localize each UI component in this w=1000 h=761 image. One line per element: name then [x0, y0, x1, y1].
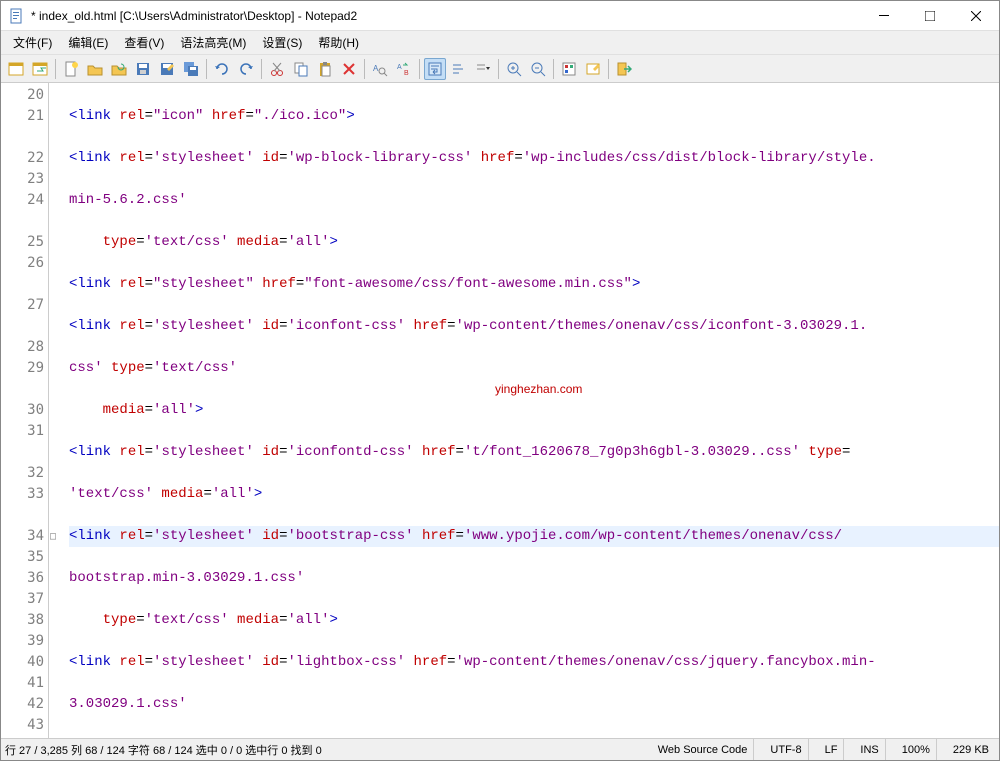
status-position: 行 27 / 3,285 列 68 / 124 字符 68 / 124 选中 0… — [5, 742, 322, 758]
word-wrap-icon[interactable] — [424, 58, 446, 80]
goto-dropdown-icon[interactable] — [472, 58, 494, 80]
open-window-icon[interactable] — [29, 58, 51, 80]
status-lang[interactable]: Web Source Code — [652, 739, 755, 760]
menu-syntax[interactable]: 语法高亮(M) — [172, 32, 254, 53]
find-icon[interactable]: A — [369, 58, 391, 80]
statusbar: 行 27 / 3,285 列 68 / 124 字符 68 / 124 选中 0… — [1, 738, 999, 760]
open-icon[interactable] — [84, 58, 106, 80]
status-encoding[interactable]: UTF-8 — [764, 739, 808, 760]
save-all-icon[interactable] — [180, 58, 202, 80]
close-button[interactable] — [953, 1, 999, 30]
maximize-button[interactable] — [907, 1, 953, 30]
menubar: 文件(F) 编辑(E) 查看(V) 语法高亮(M) 设置(S) 帮助(H) — [1, 31, 999, 55]
zoom-in-icon[interactable] — [503, 58, 525, 80]
status-size: 229 KB — [947, 739, 995, 760]
new-window-icon[interactable] — [5, 58, 27, 80]
status-mode[interactable]: INS — [854, 739, 885, 760]
menu-view[interactable]: 查看(V) — [116, 32, 172, 53]
undo-icon[interactable] — [211, 58, 233, 80]
menu-help[interactable]: 帮助(H) — [310, 32, 367, 53]
titlebar: * index_old.html [C:\Users\Administrator… — [1, 1, 999, 31]
show-whitespace-icon[interactable] — [448, 58, 470, 80]
save-as-icon[interactable] — [156, 58, 178, 80]
cut-icon[interactable] — [266, 58, 288, 80]
replace-icon[interactable]: AB — [393, 58, 415, 80]
scheme-icon[interactable] — [558, 58, 580, 80]
save-icon[interactable] — [132, 58, 154, 80]
copy-icon[interactable] — [290, 58, 312, 80]
toolbar: A AB — [1, 55, 999, 83]
status-eol[interactable]: LF — [819, 739, 845, 760]
app-icon — [9, 8, 25, 24]
window-title: * index_old.html [C:\Users\Administrator… — [31, 9, 861, 23]
reopen-icon[interactable] — [108, 58, 130, 80]
menu-settings[interactable]: 设置(S) — [254, 32, 310, 53]
settings-icon[interactable] — [582, 58, 604, 80]
minimize-button[interactable] — [861, 1, 907, 30]
menu-edit[interactable]: 编辑(E) — [60, 32, 116, 53]
exit-icon[interactable] — [613, 58, 635, 80]
watermark: yinghezhan.com — [495, 379, 582, 400]
code-area[interactable]: <link rel="icon" href="./ico.ico"> <link… — [65, 83, 999, 738]
editor[interactable]: 20 21 22 23 24 25 26 27 28 29 30 31 32 3… — [1, 83, 999, 738]
new-icon[interactable] — [60, 58, 82, 80]
svg-text:A: A — [397, 64, 402, 71]
zoom-out-icon[interactable] — [527, 58, 549, 80]
delete-icon[interactable] — [338, 58, 360, 80]
line-gutter: 20 21 22 23 24 25 26 27 28 29 30 31 32 3… — [1, 83, 49, 738]
svg-text:A: A — [373, 64, 379, 73]
svg-text:B: B — [404, 70, 409, 77]
status-zoom[interactable]: 100% — [896, 739, 937, 760]
paste-icon[interactable] — [314, 58, 336, 80]
menu-file[interactable]: 文件(F) — [5, 32, 60, 53]
redo-icon[interactable] — [235, 58, 257, 80]
